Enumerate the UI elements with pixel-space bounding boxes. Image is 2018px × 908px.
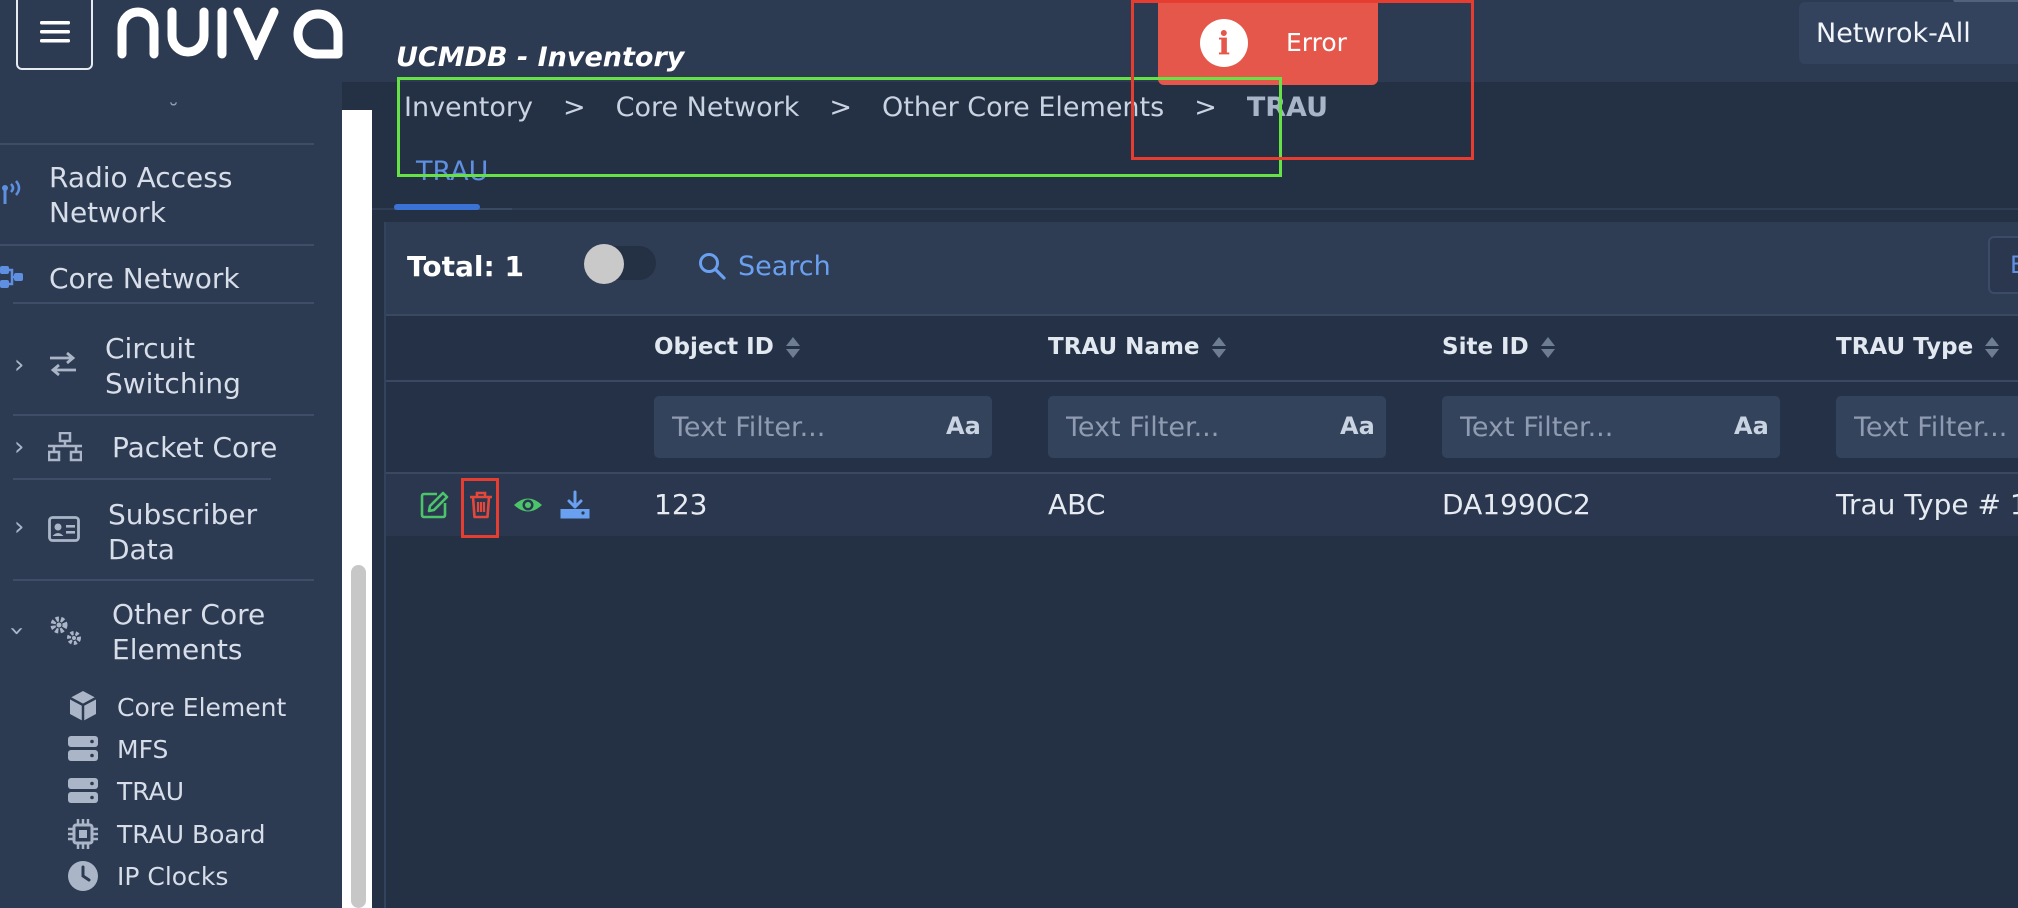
toolbar-right-button[interactable]: E [1988,236,2018,294]
tab-active-indicator [394,204,480,210]
sidebar-divider [13,414,314,416]
sidebar-item-other-core-elements[interactable]: Other Core Elements [112,597,265,667]
gears-icon [50,616,81,645]
chevron-right-icon[interactable]: › [14,350,24,380]
sidebar-divider [0,143,314,145]
sidebar-divider [13,478,271,480]
hamburger-icon [39,21,70,43]
filter-input-trau-name[interactable] [1048,396,1386,458]
sort-icon[interactable] [785,336,800,358]
sidebar-subitem-ip-clocks[interactable]: IP Clocks [117,862,228,891]
chevron-down-icon[interactable]: › [2,626,32,636]
sidebar-item-label: Core Network [49,262,240,295]
total-count: Total: 1 [407,250,524,283]
sidebar-item-core-network[interactable]: Core Network [49,261,240,296]
sidebar-scrolled-glyph: ˘ [168,101,179,126]
table-row[interactable] [386,474,2018,536]
edit-icon[interactable] [419,490,449,520]
sidebar-item-subscriber-data[interactable]: Subscriber Data [108,497,257,567]
tab-rule [370,208,2018,210]
sidebar-item-label: Elements [112,633,243,666]
sidebar-item-radio-access-network[interactable]: Radio Access Network [49,160,232,230]
sidebar-item-label: Network [49,196,166,229]
network-select[interactable]: Netwrok-All [1799,2,2018,64]
sidebar-item-label: Subscriber [108,498,258,531]
case-sensitive-toggle[interactable]: Aa [1734,412,1769,440]
highlight-delete-box [461,478,499,538]
sidebar-item-circuit-switching[interactable]: Circuit Switching [105,331,241,401]
case-sensitive-toggle[interactable]: Aa [946,412,981,440]
column-header-label: Object ID [654,334,774,360]
id-card-icon [48,516,80,542]
column-header-trau-type[interactable]: TRAU Type [1836,334,2000,360]
network-select-value: Netwrok-All [1816,17,1971,49]
search-icon [699,253,726,280]
filter-input-trau-type[interactable] [1836,396,2018,458]
sidebar-subitem-core-element[interactable]: Core Element [117,693,286,722]
search-button[interactable]: Search [698,248,831,284]
column-header-label: Site ID [1442,334,1529,360]
chevron-right-icon[interactable]: › [14,512,24,542]
app-title: UCMDB - Inventory [396,42,685,73]
cell-trau-name: ABC [1048,488,1106,521]
view-toggle[interactable] [584,244,656,284]
nuiva-logo [116,0,344,64]
server-icon [68,778,98,803]
server-icon [68,736,98,761]
sort-icon[interactable] [1211,336,1226,358]
nuiva-logo-mark [117,7,343,60]
sidebar-item-label: Packet Core [112,431,278,464]
sidebar-divider [0,244,314,246]
column-header-site-id[interactable]: Site ID [1442,334,1555,360]
sidebar-item-label: Switching [105,367,241,400]
sidebar-divider [13,302,314,304]
exchange-arrows-icon [50,351,76,377]
column-header-object-id[interactable]: Object ID [654,334,800,360]
column-header-label: TRAU Type [1836,334,1974,360]
filter-input-site-id[interactable] [1442,396,1780,458]
highlight-error-box [1131,0,1474,160]
sidebar-scrollbar[interactable] [351,565,366,908]
sort-icon[interactable] [1985,336,2000,358]
sidebar-subitem-trau[interactable]: TRAU [117,777,184,806]
case-sensitive-toggle[interactable]: Aa [1340,412,1375,440]
sidebar-item-label: Circuit [105,332,196,365]
sidebar-item-label: Data [108,533,175,566]
chip-icon [68,819,98,849]
column-header-label: TRAU Name [1048,334,1200,360]
column-header-trau-name[interactable]: TRAU Name [1048,334,1226,360]
clock-icon [68,861,98,891]
radio-tower-icon [2,180,21,204]
search-label: Search [738,250,831,282]
cell-object-id: 123 [654,488,708,521]
sidebar-divider [13,579,314,581]
download-icon[interactable] [560,490,590,520]
sort-icon[interactable] [1540,336,1555,358]
toggle-knob [584,244,624,284]
cell-site-id: DA1990C2 [1442,488,1591,521]
network-tree-icon [48,432,82,462]
sidebar-item-packet-core[interactable]: Packet Core [112,430,277,465]
toolbar-right-button-label: E [2010,251,2018,279]
sidebar-subitem-mfs[interactable]: MFS [117,735,168,764]
chevron-right-icon[interactable]: › [14,432,24,462]
filter-input-object-id[interactable] [654,396,992,458]
cube-icon [69,691,97,721]
cell-trau-type: Trau Type # 1 [1836,488,2018,521]
sidebar-item-label: Other Core [112,598,266,631]
sidebar-item-label: Radio Access [49,161,233,194]
hamburger-menu-button[interactable] [16,0,93,70]
network-nodes-icon [0,266,23,288]
eye-icon[interactable] [513,490,543,520]
sidebar-subitem-trau-board[interactable]: TRAU Board [117,820,265,849]
